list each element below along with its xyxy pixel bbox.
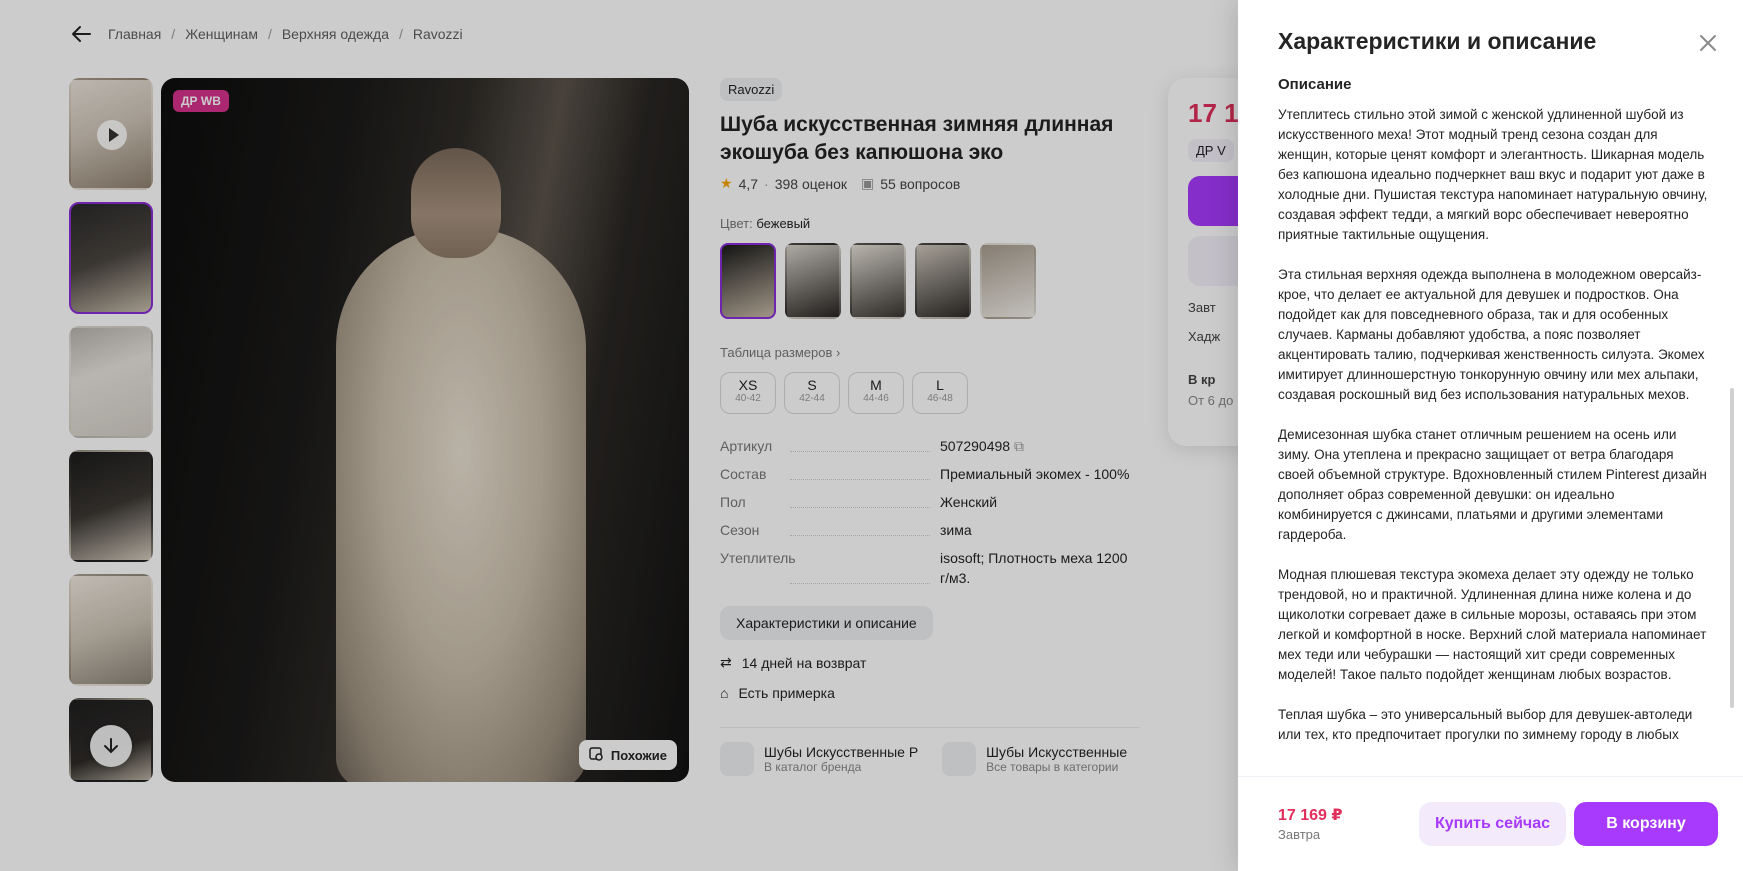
description-paragraph: Эта стильная верхняя одежда выполнена в … (1278, 267, 1705, 402)
characteristics-drawer: Характеристики и описание Описание Утепл… (1238, 0, 1743, 871)
footer-delivery: Завтра (1278, 827, 1321, 842)
description-paragraph: Модная плюшевая текстура экомеха делает … (1278, 567, 1707, 682)
drawer-footer: 17 169 ₽ Завтра Купить сейчас В корзину (1238, 776, 1743, 871)
drawer-title: Характеристики и описание (1278, 28, 1597, 54)
add-to-cart-button[interactable]: В корзину (1574, 802, 1718, 846)
drawer-content[interactable]: Описание Утеплитесь стильно этой зимой с… (1278, 76, 1708, 776)
description-paragraph: Демисезонная шубка станет отличным решен… (1278, 427, 1707, 542)
description-heading: Описание (1278, 76, 1352, 93)
close-icon[interactable] (1699, 34, 1717, 52)
description-paragraph: Утеплитесь стильно этой зимой с женской … (1278, 107, 1708, 242)
footer-price: 17 169 ₽ (1278, 807, 1343, 824)
description-paragraph: Теплая шубка – это универсальный выбор д… (1278, 707, 1693, 742)
scrollbar[interactable] (1730, 388, 1734, 708)
buy-now-button[interactable]: Купить сейчас (1419, 802, 1566, 846)
